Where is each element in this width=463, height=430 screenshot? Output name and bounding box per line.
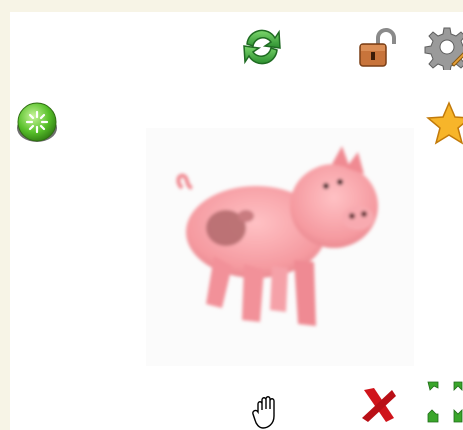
- unlock-icon[interactable]: [356, 26, 402, 70]
- green-power-button-icon[interactable]: [14, 100, 60, 146]
- settings-icon[interactable]: [424, 24, 463, 70]
- close-icon[interactable]: [358, 384, 400, 426]
- pig-image: [146, 128, 414, 366]
- refresh-icon[interactable]: [239, 24, 285, 70]
- hand-cursor-icon[interactable]: [250, 394, 286, 430]
- move-arrows-icon[interactable]: [424, 378, 463, 430]
- star-icon[interactable]: [426, 100, 463, 146]
